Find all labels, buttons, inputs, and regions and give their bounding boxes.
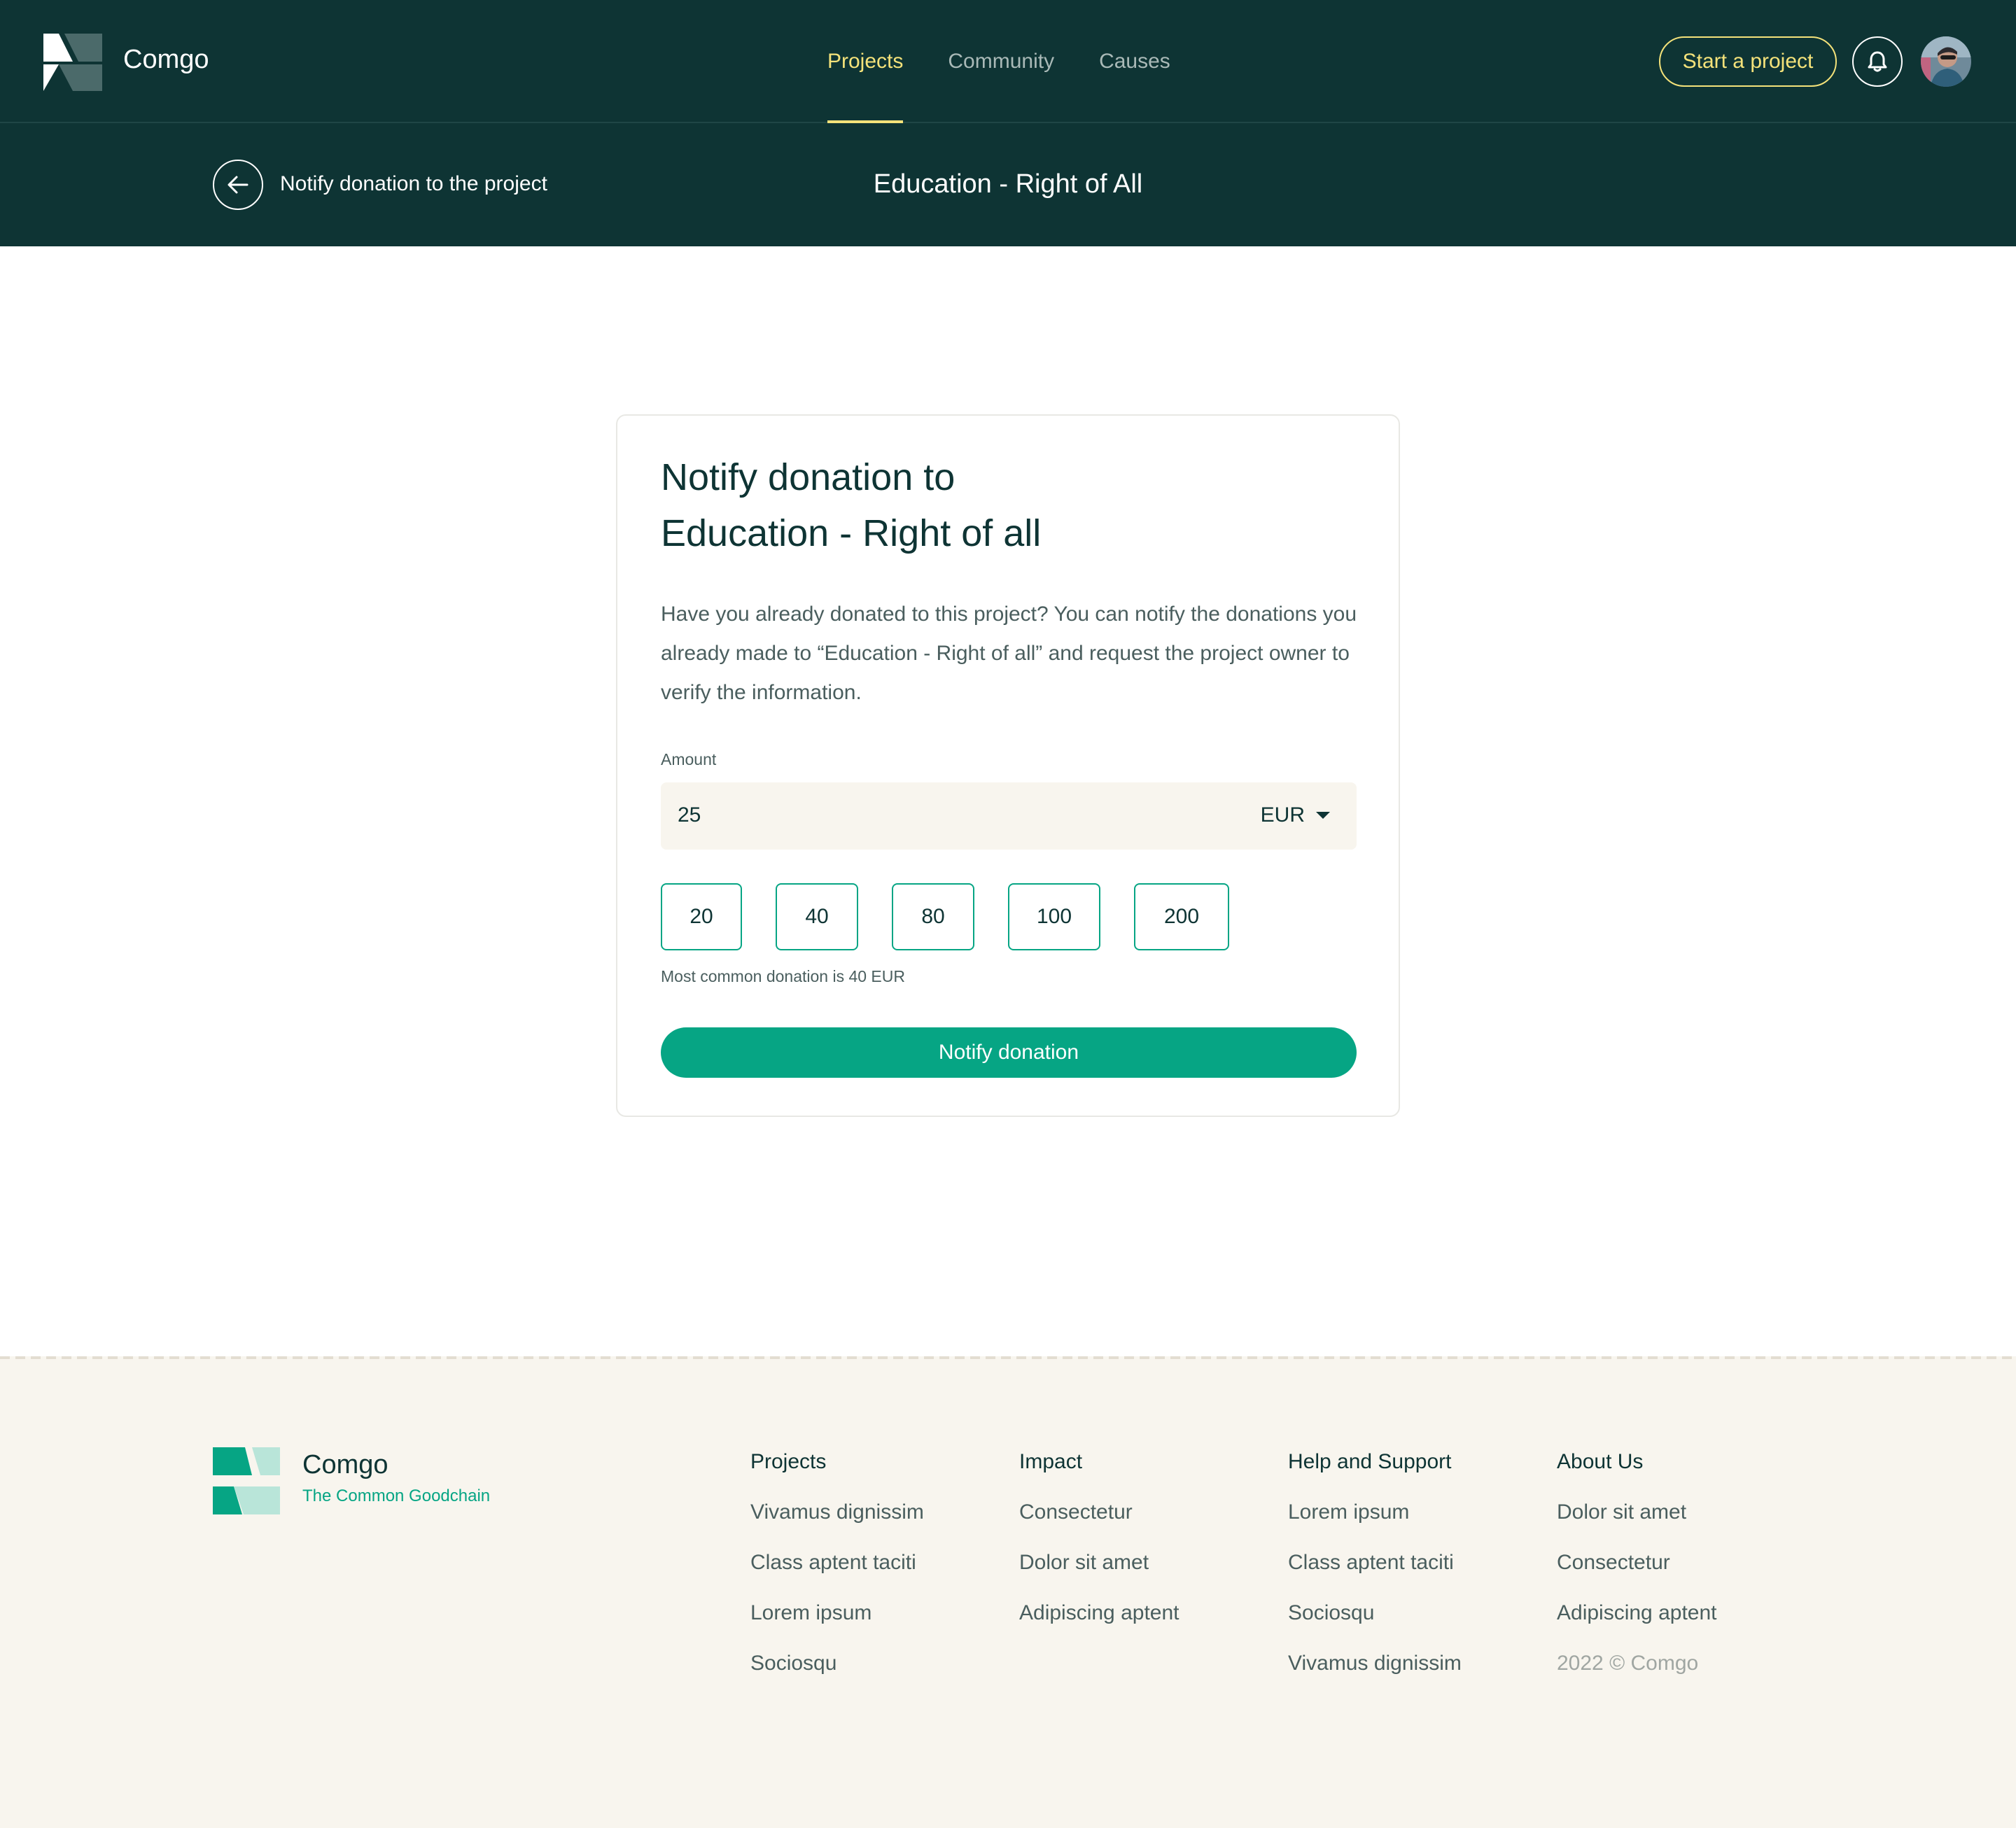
footer-link[interactable]: Class aptent taciti xyxy=(750,1551,924,1579)
footer-column-about: About Us Dolor sit amet Consectetur Adip… xyxy=(1557,1450,1717,1680)
nav-link-community[interactable]: Community xyxy=(948,0,1054,123)
footer-heading: Impact xyxy=(1019,1450,1083,1473)
footer-heading: About Us xyxy=(1557,1450,1644,1473)
footer-column-projects: Projects Vivamus dignissim Class aptent … xyxy=(750,1450,924,1702)
footer-link[interactable]: Sociosqu xyxy=(1288,1601,1462,1629)
start-project-button[interactable]: Start a project xyxy=(1659,36,1837,87)
main-nav: Projects Community Causes xyxy=(827,0,1215,123)
footer-link[interactable]: Sociosqu xyxy=(750,1652,924,1680)
footer-link[interactable]: Vivamus dignissim xyxy=(1288,1652,1462,1680)
amount-input[interactable]: 25 EUR xyxy=(661,782,1357,850)
avatar[interactable] xyxy=(1921,36,1971,87)
footer-link[interactable]: Dolor sit amet xyxy=(1019,1551,1180,1579)
footer-brand: Comgo xyxy=(302,1450,388,1479)
quick-amount-20[interactable]: 20 xyxy=(661,883,742,950)
footer-link[interactable]: Adipiscing aptent xyxy=(1557,1601,1717,1629)
card-title-line-2: Education - Right of all xyxy=(661,512,1042,554)
amount-value[interactable]: 25 xyxy=(678,803,701,827)
brand-name[interactable]: Comgo xyxy=(123,45,209,75)
footer-link[interactable]: Dolor sit amet xyxy=(1557,1500,1717,1528)
nav-link-causes[interactable]: Causes xyxy=(1099,0,1170,123)
footer-link[interactable]: Lorem ipsum xyxy=(1288,1500,1462,1528)
footer-link[interactable]: Consectetur xyxy=(1019,1500,1180,1528)
footer-column-help: Help and Support Lorem ipsum Class apten… xyxy=(1288,1450,1462,1702)
footer-link[interactable]: Consectetur xyxy=(1557,1551,1717,1579)
quick-amount-80[interactable]: 80 xyxy=(892,883,974,950)
top-navbar: Comgo Projects Community Causes Start a … xyxy=(0,0,2016,123)
notifications-button[interactable] xyxy=(1852,36,1903,87)
quick-amount-40[interactable]: 40 xyxy=(776,883,858,950)
comgo-footer-logo-icon[interactable] xyxy=(213,1447,280,1514)
currency-value: EUR xyxy=(1260,803,1305,827)
notify-donation-card: Notify donation to Education - Right of … xyxy=(616,414,1400,1117)
page-subheader: Notify donation to the project Education… xyxy=(0,123,2016,246)
footer-link[interactable]: Lorem ipsum xyxy=(750,1601,924,1629)
footer-tagline: The Common Goodchain xyxy=(302,1486,491,1505)
comgo-logo-icon[interactable] xyxy=(43,34,102,91)
card-title: Notify donation to Education - Right of … xyxy=(661,449,1291,561)
footer: Comgo The Common Goodchain Projects Viva… xyxy=(0,1356,2016,1828)
copyright: 2022 © Comgo xyxy=(1557,1652,1699,1675)
bell-icon xyxy=(1868,51,1887,72)
card-description: Have you already donated to this project… xyxy=(661,603,1357,704)
donation-hint: Most common donation is 40 EUR xyxy=(661,967,905,985)
currency-select[interactable]: EUR xyxy=(1261,803,1330,827)
footer-column-impact: Impact Consectetur Dolor sit amet Adipis… xyxy=(1019,1450,1180,1652)
card-title-line-1: Notify donation to xyxy=(661,456,955,498)
footer-heading: Projects xyxy=(750,1450,827,1473)
footer-heading: Help and Support xyxy=(1288,1450,1452,1473)
quick-amount-200[interactable]: 200 xyxy=(1134,883,1229,950)
quick-amount-100[interactable]: 100 xyxy=(1008,883,1100,950)
footer-divider xyxy=(0,1356,2016,1359)
user-avatar-icon xyxy=(1921,36,1971,87)
footer-link[interactable]: Vivamus dignissim xyxy=(750,1500,924,1528)
footer-link[interactable]: Adipiscing aptent xyxy=(1019,1601,1180,1629)
amount-label: Amount xyxy=(661,750,717,768)
project-title: Education - Right of All xyxy=(873,169,1143,199)
notify-donation-button[interactable]: Notify donation xyxy=(661,1027,1357,1078)
nav-link-projects[interactable]: Projects xyxy=(827,0,904,123)
caret-down-icon xyxy=(1316,812,1330,819)
footer-link[interactable]: Class aptent taciti xyxy=(1288,1551,1462,1579)
